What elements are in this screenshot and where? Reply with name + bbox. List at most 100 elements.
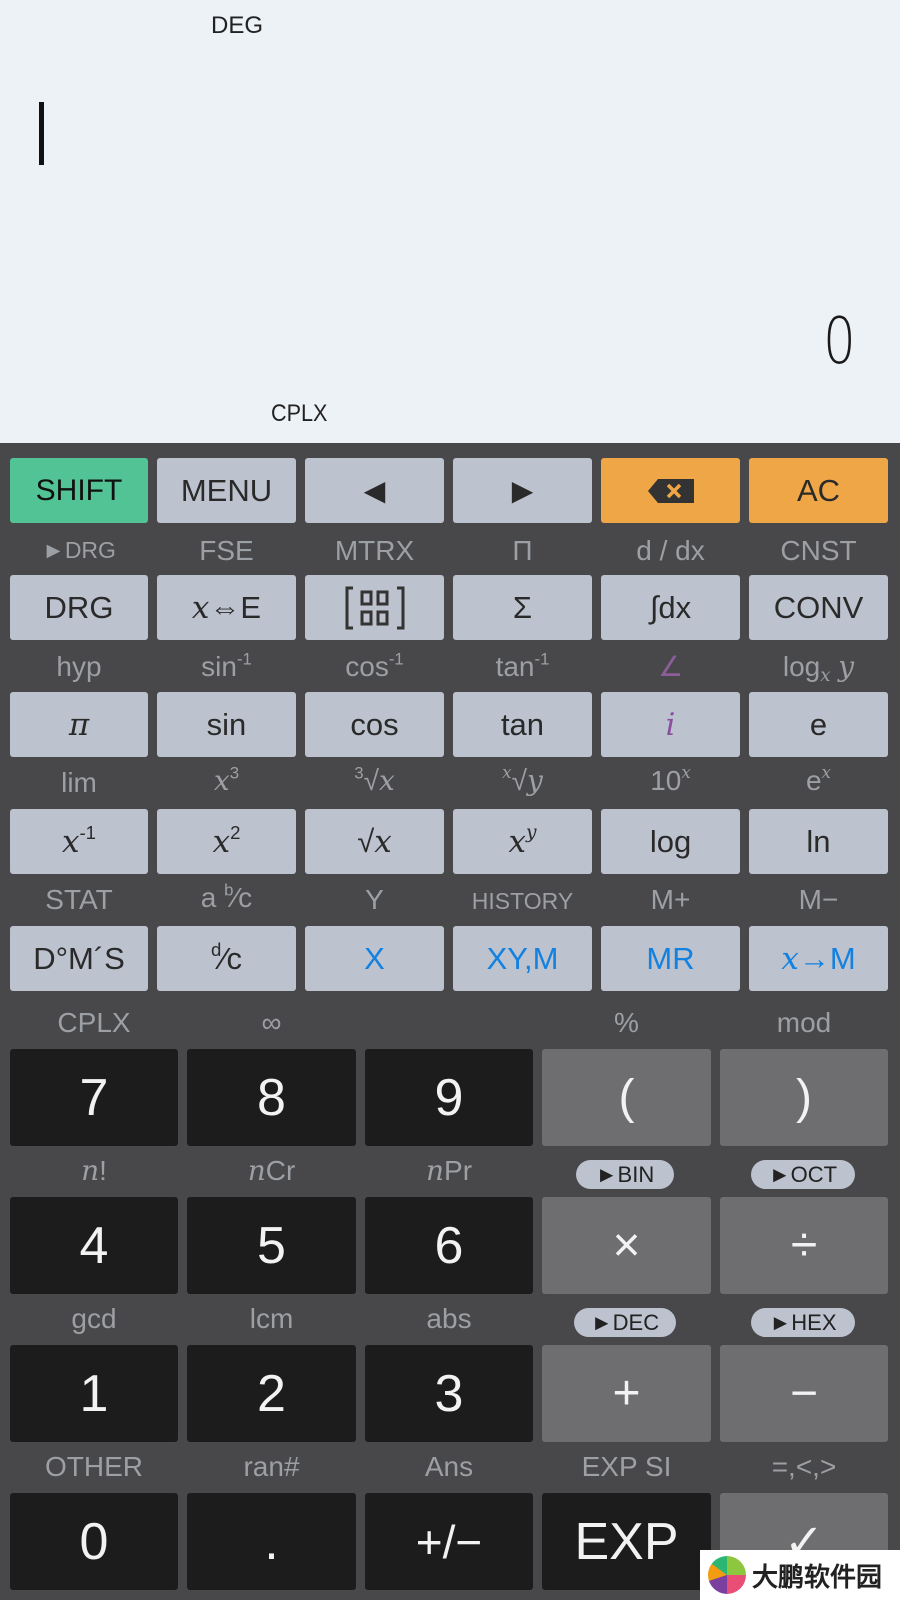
- menu-label: MENU: [180, 472, 273, 508]
- divide-icon: ÷: [790, 1219, 818, 1272]
- sqrt-label: √x: [357, 823, 392, 860]
- all-clear-button[interactable]: AC: [749, 458, 888, 523]
- plus-icon: +: [612, 1367, 641, 1420]
- digit-5-button[interactable]: 5: [187, 1197, 356, 1294]
- digit-8-label: 8: [257, 1068, 286, 1127]
- shift-label-lcm: lcm: [249, 1303, 294, 1334]
- digit-2-label: 2: [257, 1364, 286, 1423]
- tan-button[interactable]: tan: [453, 692, 592, 757]
- imaginary-label: i: [665, 706, 676, 743]
- conv-button[interactable]: CONV: [749, 575, 888, 640]
- result-value: 0: [823, 305, 856, 379]
- shift-label-mtrx: MTRX: [334, 535, 415, 566]
- store-memory-label: x→M: [781, 940, 856, 977]
- square-label: x2: [212, 821, 241, 860]
- exp-button[interactable]: EXP: [542, 1493, 711, 1590]
- shift-label-random: ran#: [243, 1451, 300, 1482]
- euler-button[interactable]: e: [749, 692, 888, 757]
- watermark-text: 大鹏软件园: [752, 1562, 883, 1593]
- shift-label-ans: Ans: [424, 1451, 474, 1482]
- decimal-point-button[interactable]: .: [187, 1493, 356, 1590]
- keypad: SHIFT MENU ◀ ▶ AC ►DRG FSE MTRX Π d / dx…: [0, 443, 900, 1600]
- shift-label-lim: lim: [61, 767, 97, 798]
- log-button[interactable]: log: [601, 809, 740, 874]
- digit-7-label: 7: [79, 1068, 109, 1127]
- sqrt-button[interactable]: √x: [305, 809, 444, 874]
- digit-7-button[interactable]: 7: [10, 1049, 178, 1146]
- memory-recall-button[interactable]: MR: [601, 926, 740, 991]
- x-variable-button[interactable]: X: [305, 926, 444, 991]
- to-hex-button[interactable]: ►HEX: [751, 1308, 855, 1337]
- log-label: log: [649, 823, 692, 859]
- digit-9-button[interactable]: 9: [365, 1049, 533, 1146]
- backspace-button[interactable]: [601, 458, 740, 523]
- shift-label-derivative: d / dx: [636, 535, 705, 566]
- input-cursor[interactable]: [39, 102, 44, 165]
- close-paren-label: ): [796, 1071, 812, 1124]
- to-dec-label: ►DEC: [590, 1309, 660, 1335]
- to-bin-button[interactable]: ►BIN: [576, 1160, 674, 1189]
- digit-2-button[interactable]: 2: [187, 1345, 356, 1442]
- multiply-button[interactable]: ×: [542, 1197, 711, 1294]
- decimal-point-label: .: [264, 1512, 279, 1571]
- shift-label-log-base: logx y: [782, 650, 855, 687]
- menu-button[interactable]: MENU: [157, 458, 296, 523]
- add-button[interactable]: +: [542, 1345, 711, 1442]
- sum-button[interactable]: Σ: [453, 575, 592, 640]
- matrix-button[interactable]: [305, 575, 444, 640]
- to-dec-button[interactable]: ►DEC: [574, 1308, 676, 1337]
- power-label: xy: [508, 822, 537, 860]
- digit-1-button[interactable]: 1: [10, 1345, 178, 1442]
- digit-4-button[interactable]: 4: [10, 1197, 178, 1294]
- digit-6-button[interactable]: 6: [365, 1197, 533, 1294]
- close-paren-button[interactable]: ): [720, 1049, 888, 1146]
- xym-button[interactable]: XY,M: [453, 926, 592, 991]
- dms-label: D°M´S: [33, 940, 125, 976]
- x-e-swap-button[interactable]: x⇔E: [157, 575, 296, 640]
- multiply-icon: ×: [612, 1219, 641, 1272]
- ln-button[interactable]: ln: [749, 809, 888, 874]
- angle-mode-indicator: DEG: [211, 12, 264, 39]
- shift-label-factorial: n!: [81, 1154, 107, 1187]
- cursor-left-button[interactable]: ◀: [305, 458, 444, 523]
- square-button[interactable]: x2: [157, 809, 296, 874]
- pi-button[interactable]: π: [10, 692, 148, 757]
- fraction-button[interactable]: d⁄c: [157, 926, 296, 991]
- store-memory-button[interactable]: x→M: [749, 926, 888, 991]
- reciprocal-label: x-1: [61, 821, 97, 860]
- shift-label-percent: %: [614, 1007, 639, 1038]
- shift-button[interactable]: SHIFT: [10, 458, 148, 523]
- open-paren-button[interactable]: (: [542, 1049, 711, 1146]
- dms-button[interactable]: D°M´S: [10, 926, 148, 991]
- drg-button[interactable]: DRG: [10, 575, 148, 640]
- exp-label: EXP: [574, 1512, 679, 1571]
- shift-label-arctan: tan-1: [495, 649, 550, 682]
- cursor-right-button[interactable]: ▶: [453, 458, 592, 523]
- shift-label-abs: abs: [426, 1303, 472, 1334]
- integral-button[interactable]: ∫dx: [601, 575, 740, 640]
- digit-0-label: 0: [79, 1512, 109, 1571]
- negate-button[interactable]: +/−: [365, 1493, 533, 1590]
- shift-label-gcd: gcd: [71, 1303, 117, 1334]
- shift-label-ten-power: 10x: [650, 762, 691, 796]
- reciprocal-button[interactable]: x-1: [10, 809, 148, 874]
- digit-0-button[interactable]: 0: [10, 1493, 178, 1590]
- shift-label-angle: ∠: [657, 651, 684, 682]
- divide-button[interactable]: ÷: [720, 1197, 888, 1294]
- cos-button[interactable]: cos: [305, 692, 444, 757]
- power-button[interactable]: xy: [453, 809, 592, 874]
- digit-5-label: 5: [257, 1216, 286, 1275]
- digit-8-button[interactable]: 8: [187, 1049, 356, 1146]
- shift-label-fse: FSE: [199, 535, 254, 566]
- shift-label-hyp: hyp: [56, 651, 102, 682]
- shift-label-ncr: nCr: [247, 1154, 296, 1187]
- subtract-button[interactable]: −: [720, 1345, 888, 1442]
- shift-label-stat: STAT: [45, 884, 113, 915]
- memory-recall-label: MR: [646, 940, 695, 976]
- shift-label-infinity: ∞: [261, 1007, 282, 1038]
- digit-3-button[interactable]: 3: [365, 1345, 533, 1442]
- drg-label: DRG: [44, 589, 114, 625]
- to-oct-button[interactable]: ►OCT: [751, 1160, 855, 1189]
- imaginary-button[interactable]: i: [601, 692, 740, 757]
- sin-button[interactable]: sin: [157, 692, 296, 757]
